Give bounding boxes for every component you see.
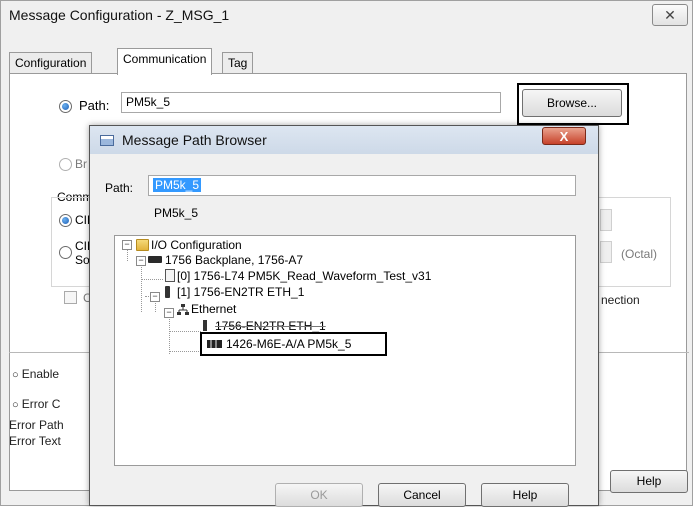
cip-source-radio[interactable] <box>59 246 72 259</box>
ok-button[interactable]: OK <box>275 483 363 507</box>
title-bar: Message Path Browser X <box>90 126 598 154</box>
folder-icon <box>136 239 149 251</box>
path-radio[interactable] <box>59 100 72 113</box>
cancel-button[interactable]: Cancel <box>378 483 466 507</box>
tree-item-controller[interactable]: [0] 1756-L74 PM5K_Read_Waveform_Test_v31 <box>177 269 431 283</box>
module-icon <box>165 286 170 298</box>
broadcast-label: Br <box>75 157 87 171</box>
message-path-browser-dialog: Message Path Browser X Path: PM5k_5 PM5k… <box>89 125 599 507</box>
close-button[interactable]: ✕ <box>652 4 688 26</box>
cip-source-label-b: So <box>75 253 90 267</box>
tree-item-en2tr-slot1[interactable]: [1] 1756-EN2TR ETH_1 <box>177 285 304 299</box>
tree-item-en2tr-port[interactable]: 1756-EN2TR ETH_1 <box>215 319 326 333</box>
cache-connection-label: nection <box>601 293 640 307</box>
collapse-toggle[interactable]: − <box>164 308 174 318</box>
backplane-icon <box>148 256 162 263</box>
error-text-label: Error Text <box>9 434 61 448</box>
window-icon <box>100 135 114 146</box>
path-label: Path: <box>105 181 134 195</box>
help-button[interactable]: Help <box>481 483 569 507</box>
dialog-title: Message Configuration - Z_MSG_1 <box>9 7 230 23</box>
slot-field[interactable] <box>600 209 612 231</box>
close-button[interactable]: X <box>542 127 586 145</box>
browse-button[interactable]: Browse... <box>522 89 622 117</box>
tree-item-io-configuration[interactable]: I/O Configuration <box>151 238 242 252</box>
path-label: Path: <box>79 98 110 113</box>
path-input-selection: PM5k_5 <box>153 178 202 192</box>
octal-label: (Octal) <box>621 247 657 261</box>
collapse-toggle[interactable]: − <box>136 256 146 266</box>
controller-icon <box>165 269 175 282</box>
collapse-toggle[interactable]: − <box>150 292 160 302</box>
tree-item-backplane[interactable]: 1756 Backplane, 1756-A7 <box>165 253 303 267</box>
module-icon <box>203 320 207 331</box>
source-link-field[interactable] <box>600 241 612 263</box>
broadcast-radio[interactable] <box>59 158 72 171</box>
collapse-toggle[interactable]: − <box>122 240 132 250</box>
tab-communication[interactable]: Communication <box>117 48 213 75</box>
tree-item-powermonitor[interactable]: 1426-M6E-A/A PM5k_5 <box>226 337 351 351</box>
cip-radio[interactable] <box>59 214 72 227</box>
error-code-status: ○ Error C <box>12 397 61 411</box>
resolved-path: PM5k_5 <box>154 206 199 220</box>
path-input[interactable]: PM5k_5 <box>148 175 576 196</box>
error-path-label: Error Path <box>9 418 64 432</box>
tab-configuration[interactable]: Configuration <box>9 52 93 74</box>
tree-item-ethernet[interactable]: Ethernet <box>191 302 236 316</box>
io-tree[interactable]: − I/O Configuration − 1756 Backplane, 17… <box>114 235 576 466</box>
powermonitor-icon <box>207 340 222 348</box>
network-icon <box>177 304 189 316</box>
tab-tag[interactable]: Tag <box>222 52 254 74</box>
outer-help-button[interactable]: Help <box>610 470 688 493</box>
dialog-title: Message Path Browser <box>122 132 267 148</box>
path-input[interactable]: PM5k_5 <box>121 92 501 113</box>
enable-status: ○ Enable <box>12 367 60 381</box>
connected-checkbox[interactable] <box>64 291 77 304</box>
